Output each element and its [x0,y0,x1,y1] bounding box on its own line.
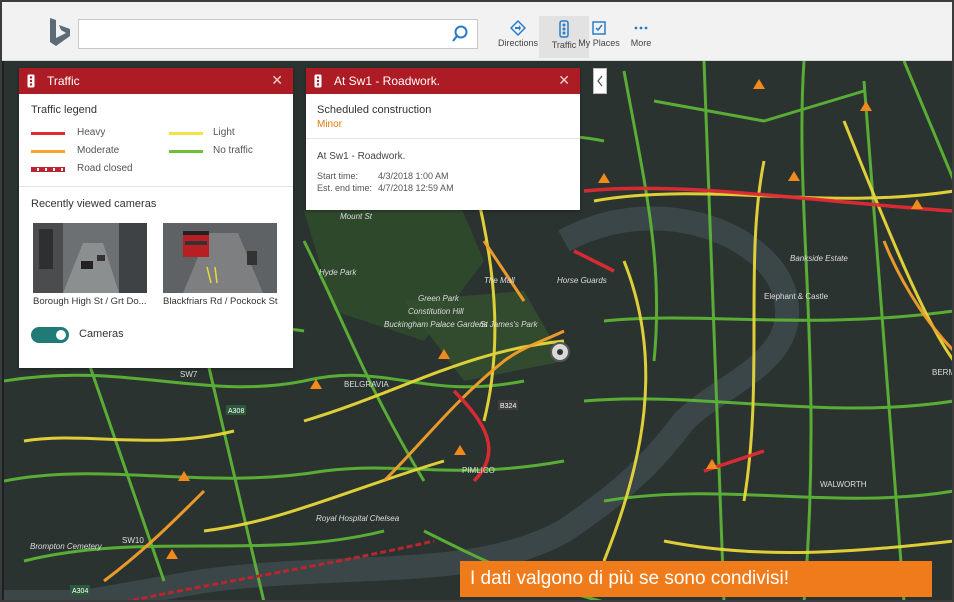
cameras-toggle[interactable] [31,327,69,343]
shield-a304: A304 [72,588,88,595]
cameras-title: Recently viewed cameras [31,198,157,210]
legend-swatch-heavy [31,132,65,135]
app-header: Directions Traffic My Places More [2,2,952,61]
map-label-elephant: Elephant & Castle [764,292,829,301]
legend-title: Traffic legend [31,104,98,116]
legend-label-moderate: Moderate [77,145,120,156]
traffic-label: Traffic [551,40,577,50]
search-icon[interactable] [451,25,469,43]
legend-swatch-moderate [31,150,65,153]
legend-label-light: Light [213,127,235,138]
traffic-panel-header: Traffic ✕ [19,68,293,94]
cameras-toggle-label: Cameras [79,328,124,340]
end-time-label: Est. end time: [317,183,373,193]
divider [306,138,580,139]
map-label-bermondsey: BERMONDSEY [932,368,954,377]
incident-panel: At Sw1 - Roadwork. ✕ Scheduled construct… [306,68,580,210]
map-label-horse-guards: Horse Guards [557,276,607,285]
camera-thumbnail-1[interactable] [33,223,147,293]
camera-thumbnail-2[interactable] [163,223,277,293]
legend-swatch-light [169,132,203,135]
map-label-pimlico: PIMLICO [462,466,495,475]
search-box[interactable] [78,19,478,49]
camera-label-1: Borough High St / Grt Do... [33,296,147,307]
incident-category: Scheduled construction [317,104,432,116]
map-label-constitution-hill: Constitution Hill [408,307,464,316]
legend-swatch-road-closed [31,167,65,172]
traffic-light-icon [559,20,569,38]
map-label-green-park: Green Park [418,294,460,303]
selected-location-center [557,349,563,355]
map-label-hyde-park: Hyde Park [319,268,357,277]
incident-panel-title: At Sw1 - Roadwork. [334,74,441,88]
map-label-sw10: SW10 [122,536,144,545]
traffic-light-icon [27,74,35,88]
directions-label: Directions [497,38,538,48]
camera-image-borough [33,223,147,293]
map-label-bankside: Bankside Estate [790,254,848,263]
shield-a308: A308 [228,408,244,415]
legend-label-heavy: Heavy [77,127,106,138]
directions-button[interactable]: Directions [493,20,543,48]
directions-icon [510,20,526,36]
more-label: More [630,38,652,48]
my-places-icon [592,21,606,35]
traffic-panel-title: Traffic [47,74,80,88]
close-icon[interactable]: ✕ [558,72,570,89]
map-label-the-mall: The Mall [484,276,515,285]
more-icon [634,26,648,30]
incident-description: At Sw1 - Roadwork. [317,151,406,162]
toggle-knob [56,330,66,340]
incident-severity: Minor [317,119,343,130]
chevron-left-icon [597,75,603,87]
search-input[interactable] [83,24,447,46]
camera-label-2: Blackfriars Rd / Pockock St [163,296,278,307]
more-button[interactable]: More [616,20,666,48]
app-window: Hyde Park Green Park Constitution Hill T… [0,0,954,602]
end-time-value: 4/7/2018 12:59 AM [378,183,454,193]
map-label-st-james-park: St James's Park [480,320,539,329]
collapse-panel-button[interactable] [593,68,607,94]
bing-logo-icon[interactable] [46,16,74,48]
map-label-sw7: SW7 [180,370,198,379]
caption-banner: I dati valgono di più se sono condivisi! [460,561,932,597]
my-places-label: My Places [578,38,620,48]
incident-panel-header: At Sw1 - Roadwork. ✕ [306,68,580,94]
legend-label-road-closed: Road closed [77,163,133,174]
map-label-walworth: WALWORTH [820,480,867,489]
traffic-light-icon [314,74,322,88]
map-label-mount-st: Mount St [340,212,373,221]
traffic-panel: Traffic ✕ Traffic legend Heavy Light Mod… [19,68,293,368]
legend-label-no-traffic: No traffic [213,145,253,156]
divider [19,186,293,187]
map-label-belgravia: BELGRAVIA [344,380,389,389]
legend-swatch-no-traffic [169,150,203,153]
map-label-royal-hospital: Royal Hospital Chelsea [316,514,400,523]
map-label-buckingham: Buckingham Palace Gardens [384,320,488,329]
shield-b324: B324 [500,403,516,410]
start-time-label: Start time: [317,171,359,181]
start-time-value: 4/3/2018 1:00 AM [378,171,449,181]
camera-image-blackfriars [163,223,277,293]
close-icon[interactable]: ✕ [271,72,283,89]
map-label-brompton: Brompton Cemetery [30,542,103,551]
